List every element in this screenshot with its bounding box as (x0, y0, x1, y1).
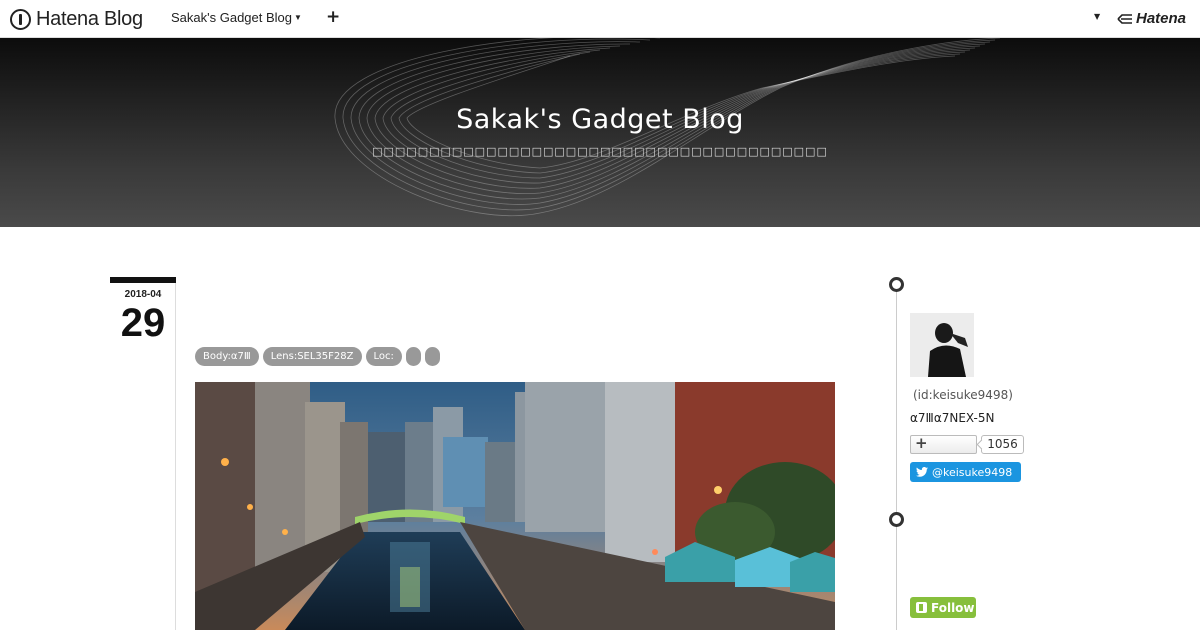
logo-text: Hatena Blog (36, 7, 143, 30)
tag-blank[interactable] (405, 347, 421, 366)
tag-location[interactable]: Loc: (365, 347, 402, 366)
tag-lens[interactable]: Lens:SEL35F28Z (262, 347, 362, 366)
hatena-brand-text: Hatena (1136, 10, 1187, 27)
timeline-ring-icon (889, 277, 904, 292)
hatena-blog-logo[interactable]: Hatena Blog (10, 7, 143, 31)
twitter-handle: @keisuke9498 (932, 465, 1013, 479)
profile-photo (910, 313, 974, 377)
blog-title[interactable]: Sakak's Gadget Blog (0, 104, 1200, 135)
entry-divider-line (175, 283, 176, 630)
subscribe-plus-icon: + (915, 434, 928, 452)
twitter-follow-button[interactable]: @keisuke9498 (910, 462, 1021, 482)
global-header: Hatena Blog Sakak's Gadget Blog ▼ + ▼ Ha… (0, 0, 1200, 38)
sidebar-timeline-line (896, 285, 897, 630)
twitter-bird-icon (916, 467, 928, 477)
tag-body[interactable]: Body:α7Ⅲ (195, 347, 259, 366)
subscribe-button[interactable]: + (910, 434, 977, 454)
entry-date-year-month: 2018-04 (124, 289, 162, 300)
feedly-follow-button[interactable]: Follow (910, 597, 976, 618)
follow-label: Follow (931, 600, 975, 615)
avatar[interactable] (910, 313, 974, 377)
blog-header-banner: Sakak's Gadget Blog □□□□□□□□□□□□□□□□□□□□… (0, 38, 1200, 227)
caret-down-icon: ▼ (294, 13, 302, 22)
hatena-blog-logo-icon (10, 8, 31, 30)
entry-date[interactable]: 2018-04 29 (110, 277, 176, 345)
user-menu-caret-icon[interactable]: ▼ (1094, 12, 1100, 21)
entry-date-day: 29 (120, 301, 166, 345)
user-description: α7Ⅲα7NEX-5N (910, 411, 995, 425)
user-id[interactable]: (id:keisuke9498) (913, 388, 1013, 402)
hatena-brand-link[interactable]: Hatena (1117, 10, 1186, 27)
subscriber-count: 1056 (981, 435, 1024, 454)
entry-tags: Body:α7Ⅲ Lens:SEL35F28Z Loc: (195, 347, 440, 366)
canal-night-photo (195, 382, 835, 630)
new-post-button[interactable]: + (326, 7, 340, 27)
blog-switch-dropdown[interactable]: Sakak's Gadget Blog ▼ (171, 10, 302, 25)
entry-photo[interactable] (195, 382, 835, 630)
feedly-icon (916, 602, 927, 613)
tag-blank[interactable] (424, 347, 440, 366)
blog-switch-label: Sakak's Gadget Blog (171, 10, 292, 25)
hatena-mark-icon (1117, 13, 1132, 24)
timeline-ring-icon (889, 512, 904, 527)
blog-description: □□□□□□□□□□□□□□□□□□□□□□□□□□□□□□□□□□□□□□□□ (372, 145, 828, 158)
